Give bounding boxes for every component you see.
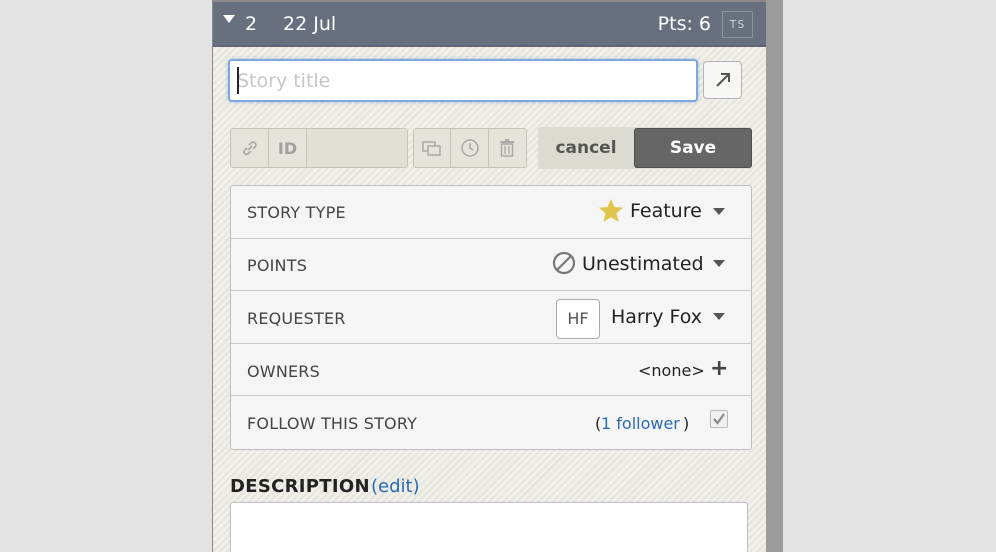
- story-title-input[interactable]: [228, 59, 698, 102]
- follow-checkbox[interactable]: [710, 410, 728, 428]
- owners-value: <none>: [638, 361, 705, 380]
- follow-row[interactable]: FOLLOW THIS STORY ( 1 follower ): [231, 396, 751, 449]
- points-caret-icon[interactable]: [713, 260, 725, 267]
- story-type-value[interactable]: Feature: [630, 200, 702, 222]
- history-button[interactable]: [451, 129, 489, 167]
- requester-name[interactable]: Harry Fox: [611, 306, 702, 328]
- requester-avatar[interactable]: HF: [556, 299, 600, 339]
- id-toolbar: ID: [230, 128, 408, 168]
- followers-link[interactable]: 1 follower: [601, 414, 680, 433]
- points-value[interactable]: Unestimated: [582, 253, 704, 275]
- clone-icon: [422, 141, 441, 156]
- clock-icon: [460, 139, 479, 157]
- checkmark-icon: [713, 413, 725, 425]
- edit-actions: cancel Save: [538, 127, 752, 169]
- points-row[interactable]: POINTS Unestimated: [231, 239, 751, 291]
- ts-button[interactable]: TS: [722, 11, 753, 38]
- id-label: ID: [269, 129, 307, 167]
- clone-button[interactable]: [414, 129, 452, 167]
- save-button[interactable]: Save: [634, 128, 752, 168]
- description-edit-link[interactable]: (edit): [371, 476, 420, 497]
- delete-button[interactable]: [489, 129, 526, 167]
- story-header[interactable]: 2 22 Jul Pts: 6 TS: [213, 2, 766, 47]
- requester-caret-icon[interactable]: [713, 313, 725, 320]
- story-type-label: STORY TYPE: [247, 203, 346, 222]
- expand-button[interactable]: [703, 61, 742, 99]
- iteration-date: 22 Jul: [283, 13, 337, 35]
- iteration-number: 2: [245, 13, 258, 35]
- follow-label: FOLLOW THIS STORY: [247, 414, 418, 433]
- story-panel: 2 22 Jul Pts: 6 TS ID: [213, 2, 766, 552]
- requester-row[interactable]: REQUESTER HF Harry Fox: [231, 291, 751, 344]
- requester-label: REQUESTER: [247, 309, 346, 328]
- add-owner-button[interactable]: +: [710, 356, 728, 381]
- id-value[interactable]: [307, 129, 407, 167]
- description-heading: DESCRIPTION: [230, 476, 370, 497]
- story-type-caret-icon[interactable]: [713, 208, 725, 215]
- cancel-button[interactable]: cancel: [538, 127, 634, 169]
- collapse-toggle-icon[interactable]: [223, 15, 235, 23]
- story-type-row[interactable]: STORY TYPE Feature: [231, 186, 751, 239]
- owners-row[interactable]: OWNERS <none> +: [231, 344, 751, 396]
- trash-icon: [500, 139, 515, 157]
- owners-label: OWNERS: [247, 362, 320, 381]
- followers-paren-close: ): [683, 414, 690, 433]
- expand-arrow-icon: [715, 73, 730, 87]
- iteration-points: Pts: 6: [657, 13, 711, 35]
- text-cursor: [237, 67, 239, 94]
- scrollbar[interactable]: [766, 0, 783, 552]
- story-fields: STORY TYPE Feature POINTS Unestimated RE…: [230, 185, 752, 450]
- star-icon: [599, 199, 623, 222]
- points-label: POINTS: [247, 256, 308, 275]
- link-button[interactable]: [231, 129, 269, 167]
- story-actions: [413, 128, 527, 168]
- description-input[interactable]: [230, 502, 748, 552]
- link-icon: [242, 141, 257, 156]
- unestimated-icon: [552, 251, 576, 275]
